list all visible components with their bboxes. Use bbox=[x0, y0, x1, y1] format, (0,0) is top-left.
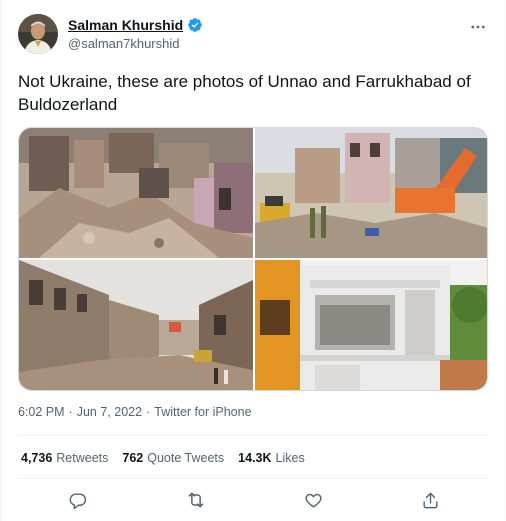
tweet-stats: 4,736 Retweets 762 Quote Tweets 14.3K Li… bbox=[21, 451, 305, 465]
photo-grid bbox=[18, 127, 488, 391]
likes-count: 14.3K bbox=[238, 451, 272, 465]
more-icon[interactable] bbox=[465, 14, 491, 40]
heart-icon[interactable] bbox=[302, 489, 324, 511]
retweet-icon[interactable] bbox=[185, 489, 207, 511]
share-icon[interactable] bbox=[419, 489, 441, 511]
photo-4[interactable] bbox=[255, 260, 487, 390]
quote-tweets-stat[interactable]: 762 Quote Tweets bbox=[122, 451, 224, 465]
likes-stat[interactable]: 14.3K Likes bbox=[238, 451, 305, 465]
tweet-actions bbox=[18, 487, 488, 513]
avatar[interactable] bbox=[18, 14, 58, 54]
verified-badge-icon bbox=[187, 17, 203, 33]
retweets-stat[interactable]: 4,736 Retweets bbox=[21, 451, 108, 465]
divider bbox=[18, 435, 488, 436]
likes-label: Likes bbox=[275, 451, 305, 465]
photo-3[interactable] bbox=[19, 260, 253, 390]
photo-1[interactable] bbox=[19, 128, 253, 258]
divider bbox=[18, 478, 488, 479]
tweet-source[interactable]: Twitter for iPhone bbox=[154, 405, 251, 419]
tweet-meta: 6:02 PM · Jun 7, 2022 · Twitter for iPho… bbox=[18, 405, 252, 419]
author-handle[interactable]: @salman7khurshid bbox=[68, 36, 179, 51]
quotes-label: Quote Tweets bbox=[147, 451, 225, 465]
meta-separator: · bbox=[146, 405, 151, 419]
author-name-row: Salman Khurshid bbox=[68, 17, 203, 33]
photo-2[interactable] bbox=[255, 128, 487, 258]
reply-icon[interactable] bbox=[66, 489, 88, 511]
retweets-label: Retweets bbox=[56, 451, 109, 465]
tweet-card: Salman Khurshid @salman7khurshid Not Ukr… bbox=[0, 0, 506, 521]
tweet-time[interactable]: 6:02 PM bbox=[18, 405, 65, 419]
tweet-date[interactable]: Jun 7, 2022 bbox=[77, 405, 142, 419]
tweet-text: Not Ukraine, these are photos of Unnao a… bbox=[18, 72, 471, 114]
retweets-count: 4,736 bbox=[21, 451, 53, 465]
quotes-count: 762 bbox=[122, 451, 144, 465]
meta-separator: · bbox=[68, 405, 73, 419]
author-display-name[interactable]: Salman Khurshid bbox=[68, 17, 183, 33]
